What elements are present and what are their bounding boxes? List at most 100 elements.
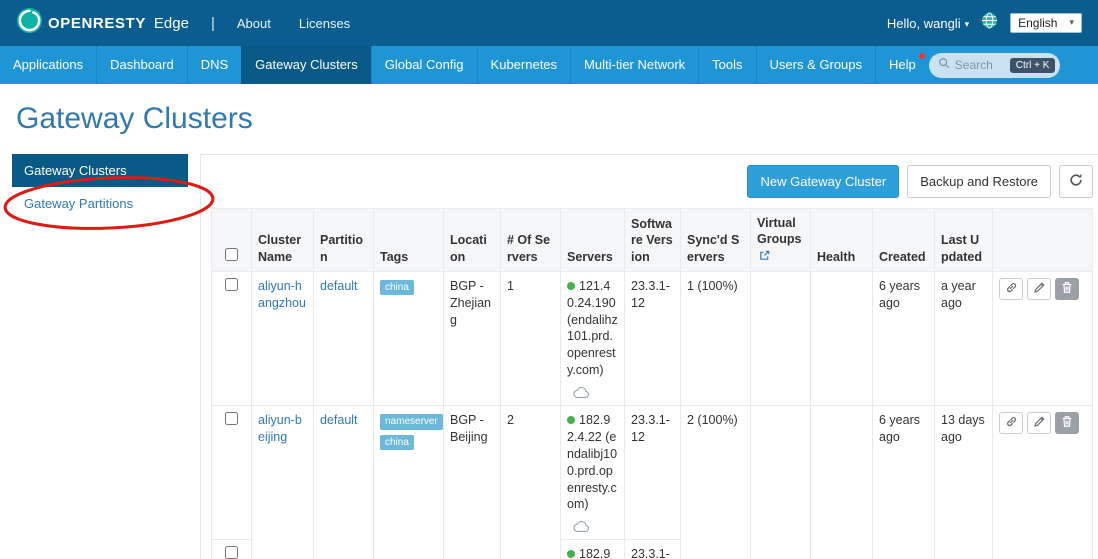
partition-cell: default xyxy=(313,270,374,407)
licenses-link[interactable]: Licenses xyxy=(299,16,350,31)
cluster-name-cell: aliyun-beijing xyxy=(251,405,314,559)
page-header: Gateway Clusters xyxy=(0,84,1098,152)
status-dot xyxy=(567,281,575,290)
tab-global-config[interactable]: Global Config xyxy=(370,46,477,84)
globe-icon xyxy=(981,12,998,34)
select-all-checkbox[interactable] xyxy=(225,247,238,261)
brand-suffix: Edge xyxy=(153,14,189,32)
delete-button[interactable] xyxy=(1055,277,1079,300)
main-nav: Applications Dashboard DNS Gateway Clust… xyxy=(0,46,1098,84)
health-cell xyxy=(810,270,873,407)
last-updated-cell: a year ago xyxy=(934,270,993,407)
new-gateway-cluster-button[interactable]: New Gateway Cluster xyxy=(747,165,900,198)
row-checkbox[interactable] xyxy=(225,546,238,559)
created-cell: 6 years ago xyxy=(872,405,935,559)
link-icon xyxy=(1005,281,1018,297)
virtual-groups-cell xyxy=(750,405,811,559)
partition-link[interactable]: default xyxy=(320,279,358,293)
language-value: English xyxy=(1018,16,1058,30)
tab-help[interactable]: Help xyxy=(875,46,929,84)
edit-button[interactable] xyxy=(1027,277,1051,300)
main-panel: New Gateway Cluster Backup and Restore C… xyxy=(200,154,1098,559)
tags-cell: nameserver china xyxy=(373,405,444,559)
search-shortcut-badge: Ctrl + K xyxy=(1009,57,1056,73)
col-header-servers: Servers xyxy=(560,208,625,272)
col-header-syncd-servers: Sync'd Servers xyxy=(680,208,751,272)
server-address: 182.92.4.22 (endalibj100.prd.openresty.c… xyxy=(567,413,618,512)
col-header-select xyxy=(211,208,252,272)
status-dot xyxy=(567,416,575,424)
external-link-icon[interactable] xyxy=(759,250,770,264)
pencil-icon xyxy=(1033,281,1046,297)
language-select[interactable]: English ▾ xyxy=(1010,13,1082,33)
row-checkbox[interactable] xyxy=(225,412,238,425)
tab-multi-tier-network[interactable]: Multi-tier Network xyxy=(570,46,698,84)
search-input[interactable] xyxy=(954,58,1005,72)
cluster-name-link[interactable]: aliyun-beijing xyxy=(258,413,302,444)
brand-name: OPENRESTY xyxy=(48,14,146,32)
last-updated-cell: 13 days ago xyxy=(934,405,993,559)
table-row: aliyun-beijing default nameserver china … xyxy=(211,404,1093,559)
link-button[interactable] xyxy=(999,412,1023,434)
software-version-cell: 23.3.1-12 xyxy=(624,539,681,559)
location-cell: BGP - Zhejiang xyxy=(443,270,501,407)
row-checkbox[interactable] xyxy=(225,277,238,291)
delete-button[interactable] xyxy=(1055,412,1079,434)
notification-dot xyxy=(918,53,925,59)
location-cell: BGP - Beijing xyxy=(443,405,501,559)
toolbar: New Gateway Cluster Backup and Restore xyxy=(211,165,1093,198)
col-header-last-updated: Last Updated xyxy=(934,208,993,272)
created-cell: 6 years ago xyxy=(872,270,935,407)
col-header-created: Created xyxy=(872,208,935,272)
sidebar-item-gateway-partitions[interactable]: Gateway Partitions xyxy=(12,187,188,220)
servers-cell: 182.92.62.145 (endalibj xyxy=(560,539,625,559)
col-header-software-version: Software Version xyxy=(624,208,681,272)
virtual-groups-cell xyxy=(750,270,811,407)
tab-applications[interactable]: Applications xyxy=(0,46,96,84)
server-address: 121.40.24.190 (endalihz101.prd.openresty… xyxy=(567,278,618,378)
link-button[interactable] xyxy=(999,277,1023,300)
topbar: OPENRESTY Edge | About Licenses Hello, w… xyxy=(0,0,1098,46)
actions-cell xyxy=(992,405,1093,559)
refresh-button[interactable] xyxy=(1059,165,1093,198)
trash-icon xyxy=(1061,281,1073,297)
virtual-groups-label: Virtual Groups xyxy=(757,216,802,247)
tab-dashboard[interactable]: Dashboard xyxy=(96,46,187,84)
software-version-cell: 23.3.1-12 xyxy=(624,404,681,541)
tab-users-groups[interactable]: Users & Groups xyxy=(755,46,875,84)
col-header-health: Health xyxy=(810,208,873,272)
table-header-row: Cluster Name Partition Tags Location # O… xyxy=(211,208,1093,272)
status-dot xyxy=(567,550,575,559)
server-count-cell: 1 xyxy=(500,270,561,407)
content: Gateway Clusters Gateway Partitions New … xyxy=(0,152,1098,559)
clusters-table: Cluster Name Partition Tags Location # O… xyxy=(211,208,1093,559)
cluster-name-link[interactable]: aliyun-hangzhou xyxy=(258,279,306,310)
tab-dns[interactable]: DNS xyxy=(186,46,241,84)
tab-tools[interactable]: Tools xyxy=(698,46,755,84)
topbar-right: Hello, wangli ▾ English ▾ xyxy=(887,12,1082,34)
software-version-cell: 23.3.1-12 xyxy=(624,270,681,407)
tag-badge: china xyxy=(380,434,414,450)
openresty-logo-icon xyxy=(16,7,43,39)
col-header-tags: Tags xyxy=(373,208,444,272)
health-cell xyxy=(810,405,873,559)
search-box[interactable]: Ctrl + K xyxy=(928,52,1061,78)
actions-cell xyxy=(992,270,1093,407)
brand-divider: | xyxy=(210,14,215,32)
about-link[interactable]: About xyxy=(237,16,271,31)
brand[interactable]: OPENRESTY Edge xyxy=(16,7,189,39)
row-select-cell xyxy=(211,270,252,407)
col-header-virtual-groups: Virtual Groups xyxy=(750,208,811,272)
col-header-cluster-name: Cluster Name xyxy=(251,208,314,272)
search-icon xyxy=(938,56,950,74)
col-header-actions xyxy=(992,208,1093,272)
user-menu[interactable]: Hello, wangli ▾ xyxy=(887,16,969,31)
partition-link[interactable]: default xyxy=(320,413,358,427)
table-row: aliyun-hangzhou default china BGP - Zhej… xyxy=(211,270,1093,407)
tab-gateway-clusters[interactable]: Gateway Clusters xyxy=(241,46,371,84)
sidebar-item-gateway-clusters[interactable]: Gateway Clusters xyxy=(12,154,188,187)
tab-kubernetes[interactable]: Kubernetes xyxy=(476,46,571,84)
edit-button[interactable] xyxy=(1027,412,1051,434)
backup-restore-button[interactable]: Backup and Restore xyxy=(907,165,1051,198)
link-icon xyxy=(1005,415,1018,431)
